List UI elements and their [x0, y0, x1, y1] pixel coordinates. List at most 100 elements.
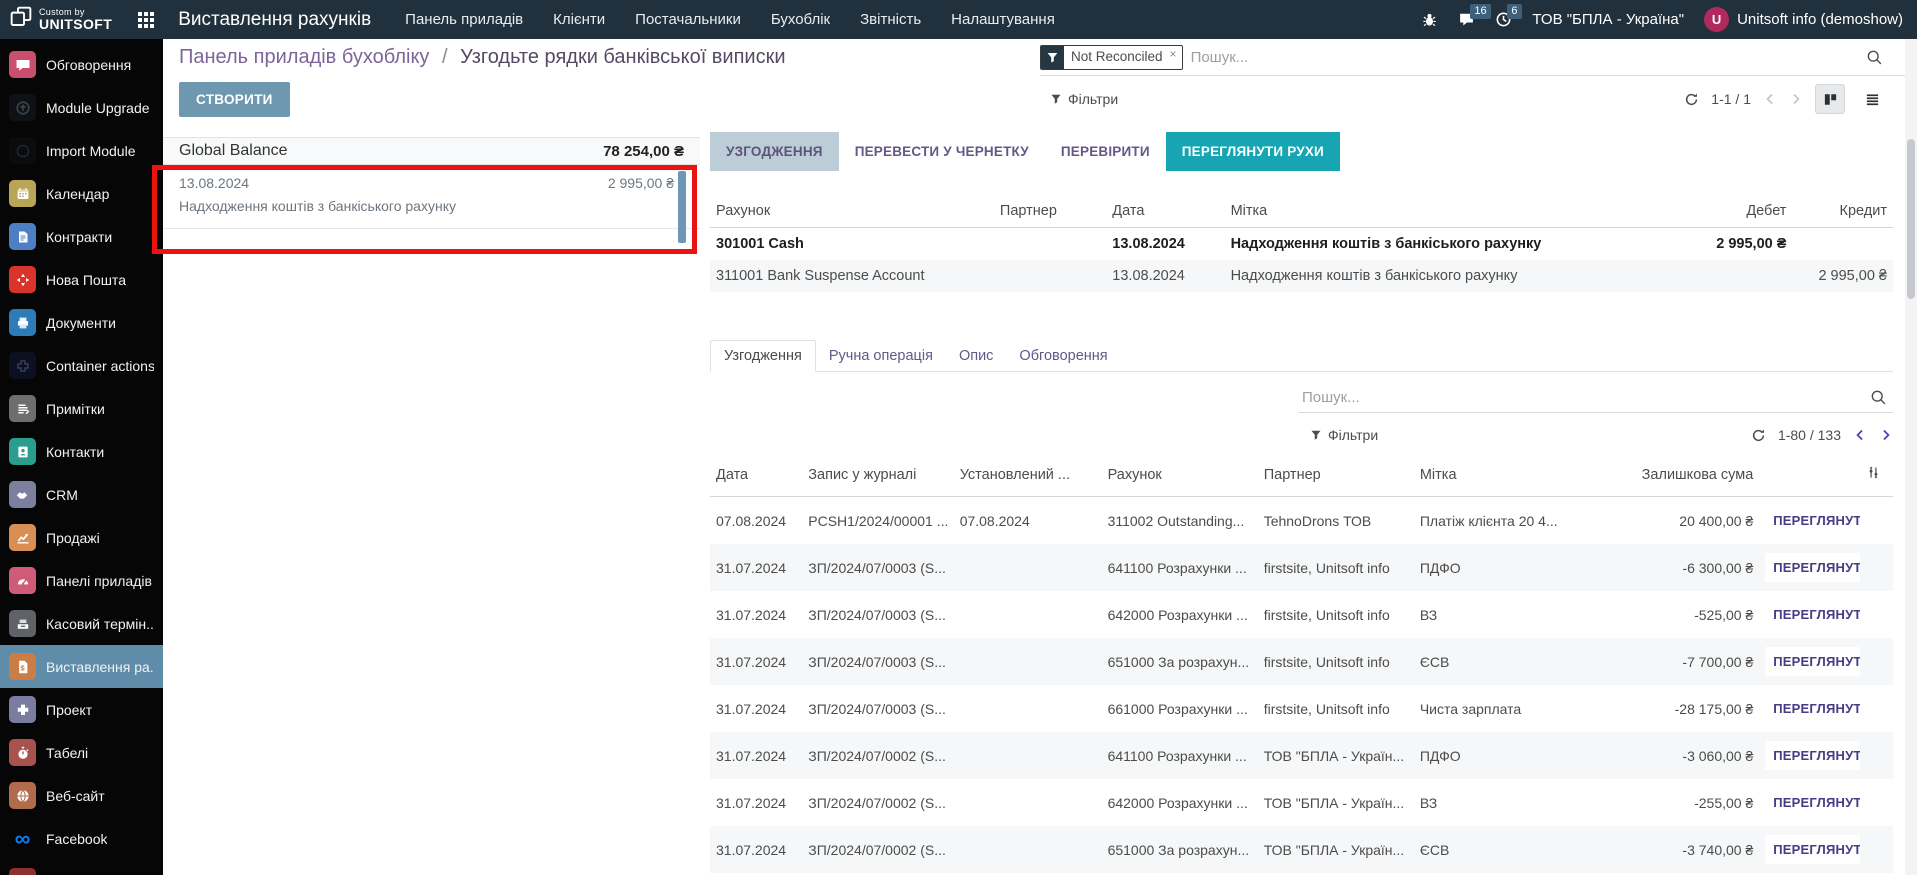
- sidebar-item-sales[interactable]: Продажі: [0, 516, 163, 559]
- lines-column-header-5[interactable]: Мітка: [1413, 453, 1582, 497]
- move-line-row[interactable]: 31.07.2024 ЗП/2024/07/0002 (S... 642000 Ро…: [710, 779, 1893, 826]
- lines-filters-button[interactable]: Фільтри: [1310, 427, 1378, 443]
- view-line-button[interactable]: ПЕРЕГЛЯНУТИ: [1765, 788, 1860, 817]
- scrollbar-thumb[interactable]: [1907, 139, 1915, 299]
- view-line-button[interactable]: ПЕРЕГЛЯНУТИ: [1765, 741, 1860, 770]
- view-line-button[interactable]: ПЕРЕГЛЯНУТИ: [1765, 694, 1860, 723]
- create-button[interactable]: СТВОРИТИ: [179, 81, 290, 117]
- entry-row[interactable]: 301001 Cash 13.08.2024 Надходження коштів …: [710, 228, 1893, 261]
- brand-logo[interactable]: Custom by UNITSOFT: [10, 6, 112, 33]
- lines-column-header-3[interactable]: Рахунок: [1101, 453, 1258, 497]
- move-line-row[interactable]: 31.07.2024 ЗП/2024/07/0003 (S... 661000 Ро…: [710, 685, 1893, 732]
- sidebar-item-discuss[interactable]: Обговорення: [0, 43, 163, 86]
- sidebar-item-nova-poshta[interactable]: Нова Пошта: [0, 258, 163, 301]
- lines-refresh-icon[interactable]: [1751, 428, 1766, 443]
- move-line-row[interactable]: 31.07.2024 ЗП/2024/07/0003 (S... 642000 Ро…: [710, 591, 1893, 638]
- lines-pager-prev-icon[interactable]: [1853, 428, 1867, 442]
- sidebar-item-email-marketing[interactable]: електронне на...: [0, 860, 163, 875]
- line-cell-account: 661000 Розрахунки ...: [1107, 700, 1248, 717]
- line-cell-spacer: [1859, 826, 1893, 873]
- move-line-row[interactable]: 07.08.2024 PCSH1/2024/00001 ... 07.08.2024…: [710, 497, 1893, 545]
- lines-column-header-6[interactable]: Залишкова сума: [1581, 453, 1760, 497]
- search-input[interactable]: [1190, 48, 1858, 66]
- debug-bug-icon[interactable]: [1421, 11, 1438, 28]
- search-facet-not-reconciled[interactable]: Not Reconciled ×: [1040, 44, 1183, 70]
- line-cell-journal-entry: ЗП/2024/07/0002 (S...: [802, 732, 954, 779]
- point-of-sale-icon: [9, 610, 36, 637]
- kanban-view-button[interactable]: [1815, 84, 1845, 114]
- sidebar-item-contracts[interactable]: Контракти: [0, 215, 163, 258]
- apps-menu-icon[interactable]: [138, 11, 155, 28]
- statement-line-card[interactable]: 13.08.2024 2 995,00 ₴ Надходження коштів…: [163, 165, 700, 243]
- tab-manual-operation[interactable]: Ручна операція: [816, 341, 946, 371]
- top-menu-item-0[interactable]: Панель приладів: [405, 11, 523, 28]
- view-line-button[interactable]: ПЕРЕГЛЯНУТИ: [1765, 553, 1860, 582]
- breadcrumb-parent[interactable]: Панель приладів бухобліку: [179, 46, 429, 68]
- list-view-button[interactable]: [1857, 84, 1887, 114]
- set-to-draft-button[interactable]: ПЕРЕВЕСТИ У ЧЕРНЕТКУ: [839, 132, 1045, 171]
- tab-discussion[interactable]: Обговорення: [1006, 341, 1120, 371]
- line-cell-date: 31.07.2024: [710, 544, 803, 591]
- sidebar-item-facebook[interactable]: ∞ Facebook: [0, 817, 163, 860]
- sidebar-item-point-of-sale[interactable]: Касовий термін...: [0, 602, 163, 645]
- pager-prev-icon[interactable]: [1763, 92, 1777, 106]
- view-line-button[interactable]: ПЕРЕГЛЯНУТИ: [1765, 600, 1860, 629]
- lines-column-header-2[interactable]: Установлений ...: [953, 453, 1102, 497]
- sidebar-item-invoicing[interactable]: $ Виставлення ра...: [0, 645, 163, 688]
- sidebar-item-crm[interactable]: CRM: [0, 473, 163, 516]
- sidebar-item-import-module[interactable]: Import Module: [0, 129, 163, 172]
- entry-row[interactable]: 311001 Bank Suspense Account 13.08.2024 На…: [710, 260, 1893, 292]
- sidebar-item-notes[interactable]: Примітки: [0, 387, 163, 430]
- lines-search-input[interactable]: [1302, 389, 1870, 406]
- statement-lines-panel: Global Balance 78 254,00 ₴ 13.08.2024 2 …: [163, 122, 700, 875]
- search-bar[interactable]: Not Reconciled ×: [1040, 39, 1917, 76]
- view-line-button[interactable]: ПЕРЕГЛЯНУТИ: [1765, 506, 1860, 535]
- move-line-row[interactable]: 31.07.2024 ЗП/2024/07/0003 (S... 651000 За…: [710, 638, 1893, 685]
- page-scrollbar[interactable]: [1905, 39, 1917, 875]
- sidebar-item-container-actions[interactable]: Container actions: [0, 344, 163, 387]
- refresh-icon[interactable]: [1684, 92, 1699, 107]
- top-menu-item-2[interactable]: Постачальники: [635, 11, 741, 28]
- user-menu[interactable]: U Unitsoft info (demoshow): [1704, 7, 1903, 32]
- top-menu-item-1[interactable]: Клієнти: [553, 11, 605, 28]
- top-menu-item-3[interactable]: Бухоблік: [771, 11, 830, 28]
- lines-search-icon[interactable]: [1870, 389, 1887, 406]
- pager-next-icon[interactable]: [1789, 92, 1803, 106]
- tab-reconcile[interactable]: Узгодження: [710, 340, 816, 372]
- sidebar-item-dashboards[interactable]: Панелі приладів: [0, 559, 163, 602]
- search-icon[interactable]: [1866, 49, 1883, 66]
- company-switcher[interactable]: ТОВ "БПЛА - Україна": [1532, 11, 1684, 28]
- lines-column-header-4[interactable]: Партнер: [1257, 453, 1414, 497]
- lines-pager-next-icon[interactable]: [1879, 428, 1893, 442]
- tab-description[interactable]: Опис: [946, 341, 1006, 371]
- sidebar-item-project[interactable]: Проект: [0, 688, 163, 731]
- sidebar-item-website[interactable]: Веб-сайт: [0, 774, 163, 817]
- email-marketing-icon: [9, 868, 36, 875]
- facet-remove-icon[interactable]: ×: [1167, 46, 1182, 69]
- line-cell-date: 31.07.2024: [710, 638, 803, 685]
- top-menu-item-5[interactable]: Налаштування: [951, 11, 1055, 28]
- app-title[interactable]: Виставлення рахунків: [178, 9, 371, 31]
- move-line-row[interactable]: 31.07.2024 ЗП/2024/07/0002 (S... 651000 За…: [710, 826, 1893, 873]
- lines-column-header-0[interactable]: Дата: [710, 453, 803, 497]
- sidebar-item-timesheets[interactable]: Табелі: [0, 731, 163, 774]
- card-list-scrollbar[interactable]: [678, 171, 686, 243]
- sidebar-item-calendar[interactable]: Календар: [0, 172, 163, 215]
- view-moves-button[interactable]: ПЕРЕГЛЯНУТИ РУХИ: [1165, 132, 1340, 171]
- sidebar-item-module-upgrade[interactable]: Module Upgrade: [0, 86, 163, 129]
- messages-icon[interactable]: 16: [1458, 4, 1491, 28]
- filters-button[interactable]: Фільтри: [1050, 91, 1118, 107]
- optional-columns-icon[interactable]: [1859, 453, 1893, 497]
- view-line-button[interactable]: ПЕРЕГЛЯНУТИ: [1765, 647, 1860, 676]
- sidebar-item-contacts[interactable]: Контакти: [0, 430, 163, 473]
- move-line-row[interactable]: 31.07.2024 ЗП/2024/07/0003 (S... 641100 Ро…: [710, 544, 1893, 591]
- lines-search-bar[interactable]: [1298, 384, 1893, 413]
- move-line-row[interactable]: 31.07.2024 ЗП/2024/07/0002 (S... 641100 Ро…: [710, 732, 1893, 779]
- reconcile-button[interactable]: УЗГОДЖЕННЯ: [710, 132, 839, 171]
- activities-clock-icon[interactable]: 6: [1495, 4, 1522, 28]
- lines-column-header-1[interactable]: Запис у журналі: [802, 453, 954, 497]
- view-line-button[interactable]: ПЕРЕГЛЯНУТИ: [1765, 835, 1860, 864]
- top-menu-item-4[interactable]: Звітність: [860, 11, 921, 28]
- validate-button[interactable]: ПЕРЕВІРИТИ: [1045, 132, 1166, 171]
- sidebar-item-documents[interactable]: Документи: [0, 301, 163, 344]
